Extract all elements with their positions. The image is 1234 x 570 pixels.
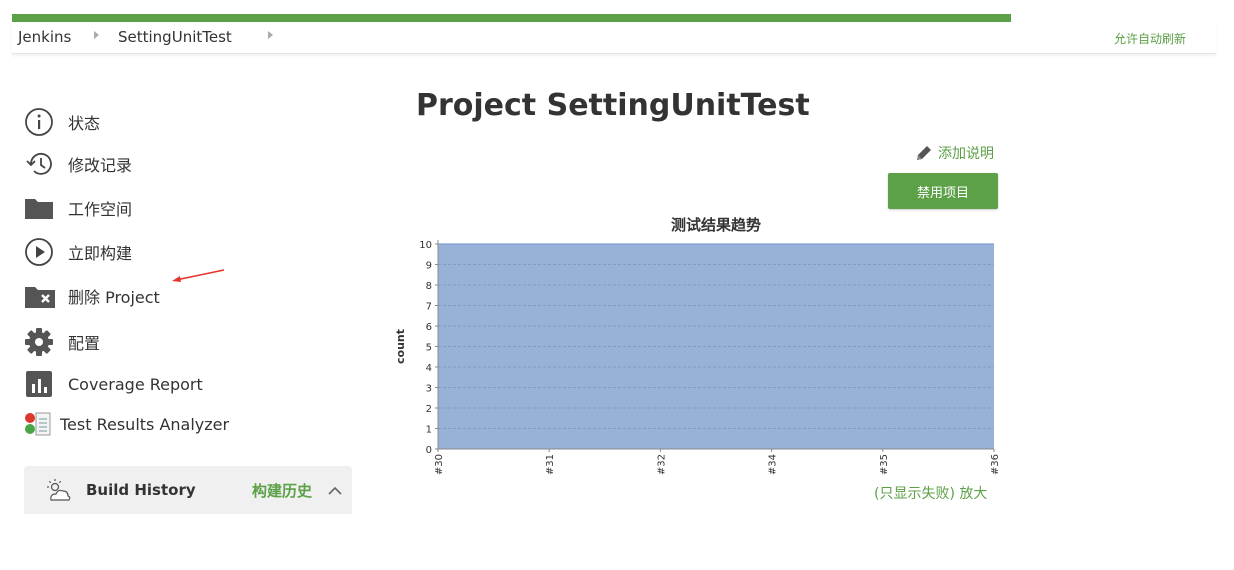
chart-y-tick-label: 10: [419, 240, 432, 251]
breadcrumb-jenkins[interactable]: Jenkins: [18, 28, 71, 46]
sidebar-item-label: Test Results Analyzer: [60, 414, 230, 434]
sidebar-item-label: 立即构建: [68, 244, 133, 263]
chart-y-tick-label: 6: [426, 322, 432, 333]
sidebar-item-label: 工作空间: [68, 200, 133, 219]
chart-x-tick-label: #32: [656, 454, 667, 475]
breadcrumb-separator-icon[interactable]: [268, 31, 273, 39]
annotation-arrow-icon: [172, 269, 225, 282]
chart-title: 测试结果趋势: [671, 216, 761, 234]
sidebar-item-coverage-report[interactable]: Coverage Report: [24, 368, 203, 400]
chart-y-tick-label: 3: [426, 384, 432, 395]
sidebar-item-label: 删除 Project: [68, 288, 160, 307]
bar-chart-icon: [24, 369, 58, 399]
sidebar-item-label: 状态: [68, 114, 101, 133]
gear-icon: [24, 327, 58, 357]
chart-x-tick-label: #36: [990, 454, 1001, 475]
page-load-progress: [12, 14, 1216, 22]
chart-x-tick-label: #31: [545, 454, 556, 475]
chart-y-tick-label: 9: [426, 261, 432, 272]
weather-icon: [46, 478, 72, 508]
sidebar-item-workspace[interactable]: 工作空间: [24, 192, 132, 224]
page-title: Project SettingUnitTest: [416, 88, 810, 123]
sidebar-item-status[interactable]: 状态: [24, 106, 100, 138]
breadcrumb: Jenkins SettingUnitTest 允许自动刷新: [12, 22, 1216, 54]
chart-y-tick-label: 0: [426, 445, 432, 456]
chart-x-tick-label: #35: [879, 454, 890, 475]
chart-y-axis-label: count: [394, 329, 407, 364]
add-description-link[interactable]: 添加说明: [914, 143, 994, 163]
sidebar-item-label: 配置: [68, 334, 101, 353]
build-history-link[interactable]: 构建历史: [252, 480, 312, 501]
sidebar-item-build-now[interactable]: 立即构建: [24, 236, 132, 268]
progress-fill: [12, 14, 1012, 22]
disable-project-button[interactable]: 禁用项目: [888, 173, 998, 209]
history-icon: [24, 149, 58, 179]
sidebar-item-changes[interactable]: 修改记录: [24, 148, 132, 180]
chart-y-tick-label: 7: [426, 302, 432, 313]
info-icon: [24, 107, 58, 137]
build-history-title: Build History: [86, 481, 196, 499]
test-results-icon: [24, 409, 52, 439]
sidebar-item-delete-project[interactable]: 删除 Project: [24, 280, 160, 312]
trend-chart-svg: 测试结果趋势 0 1 2 3 4 5 6 7 8 9 10 count #30 #31 #32 #34 #35 #3…: [394, 216, 1001, 475]
chart-y-tick-label: 5: [426, 343, 432, 354]
chart-y-tick-label: 8: [426, 281, 432, 292]
sidebar-item-configure[interactable]: 配置: [24, 326, 100, 358]
chevron-up-icon[interactable]: [327, 482, 343, 501]
sidebar-item-label: 修改记录: [68, 156, 133, 175]
enable-auto-refresh-link[interactable]: 允许自动刷新: [1114, 30, 1186, 47]
play-icon: [24, 237, 58, 267]
chart-zoom-links[interactable]: (只显示失败) 放大: [874, 483, 987, 503]
sidebar-item-label: Coverage Report: [68, 374, 203, 394]
delete-folder-icon: [24, 281, 58, 311]
chart-y-tick-label: 1: [426, 425, 432, 436]
breadcrumb-separator-icon[interactable]: [94, 31, 99, 39]
breadcrumb-project[interactable]: SettingUnitTest: [118, 28, 232, 46]
pencil-icon: [914, 143, 934, 163]
add-description-label: 添加说明: [938, 146, 994, 162]
sidebar-item-test-results-analyzer[interactable]: Test Results Analyzer: [24, 408, 229, 440]
chart-x-tick-label: #30: [434, 454, 445, 475]
test-result-trend-chart[interactable]: 测试结果趋势 0 1 2 3 4 5 6 7 8 9 10 count #30 #31 #32 #34 #35 #3…: [390, 210, 1010, 480]
build-history-panel: Build History 构建历史: [24, 466, 352, 514]
chart-y-tick-label: 2: [426, 404, 432, 415]
chart-x-tick-label: #34: [768, 454, 779, 475]
chart-y-tick-label: 4: [426, 363, 432, 374]
folder-icon: [24, 193, 58, 223]
